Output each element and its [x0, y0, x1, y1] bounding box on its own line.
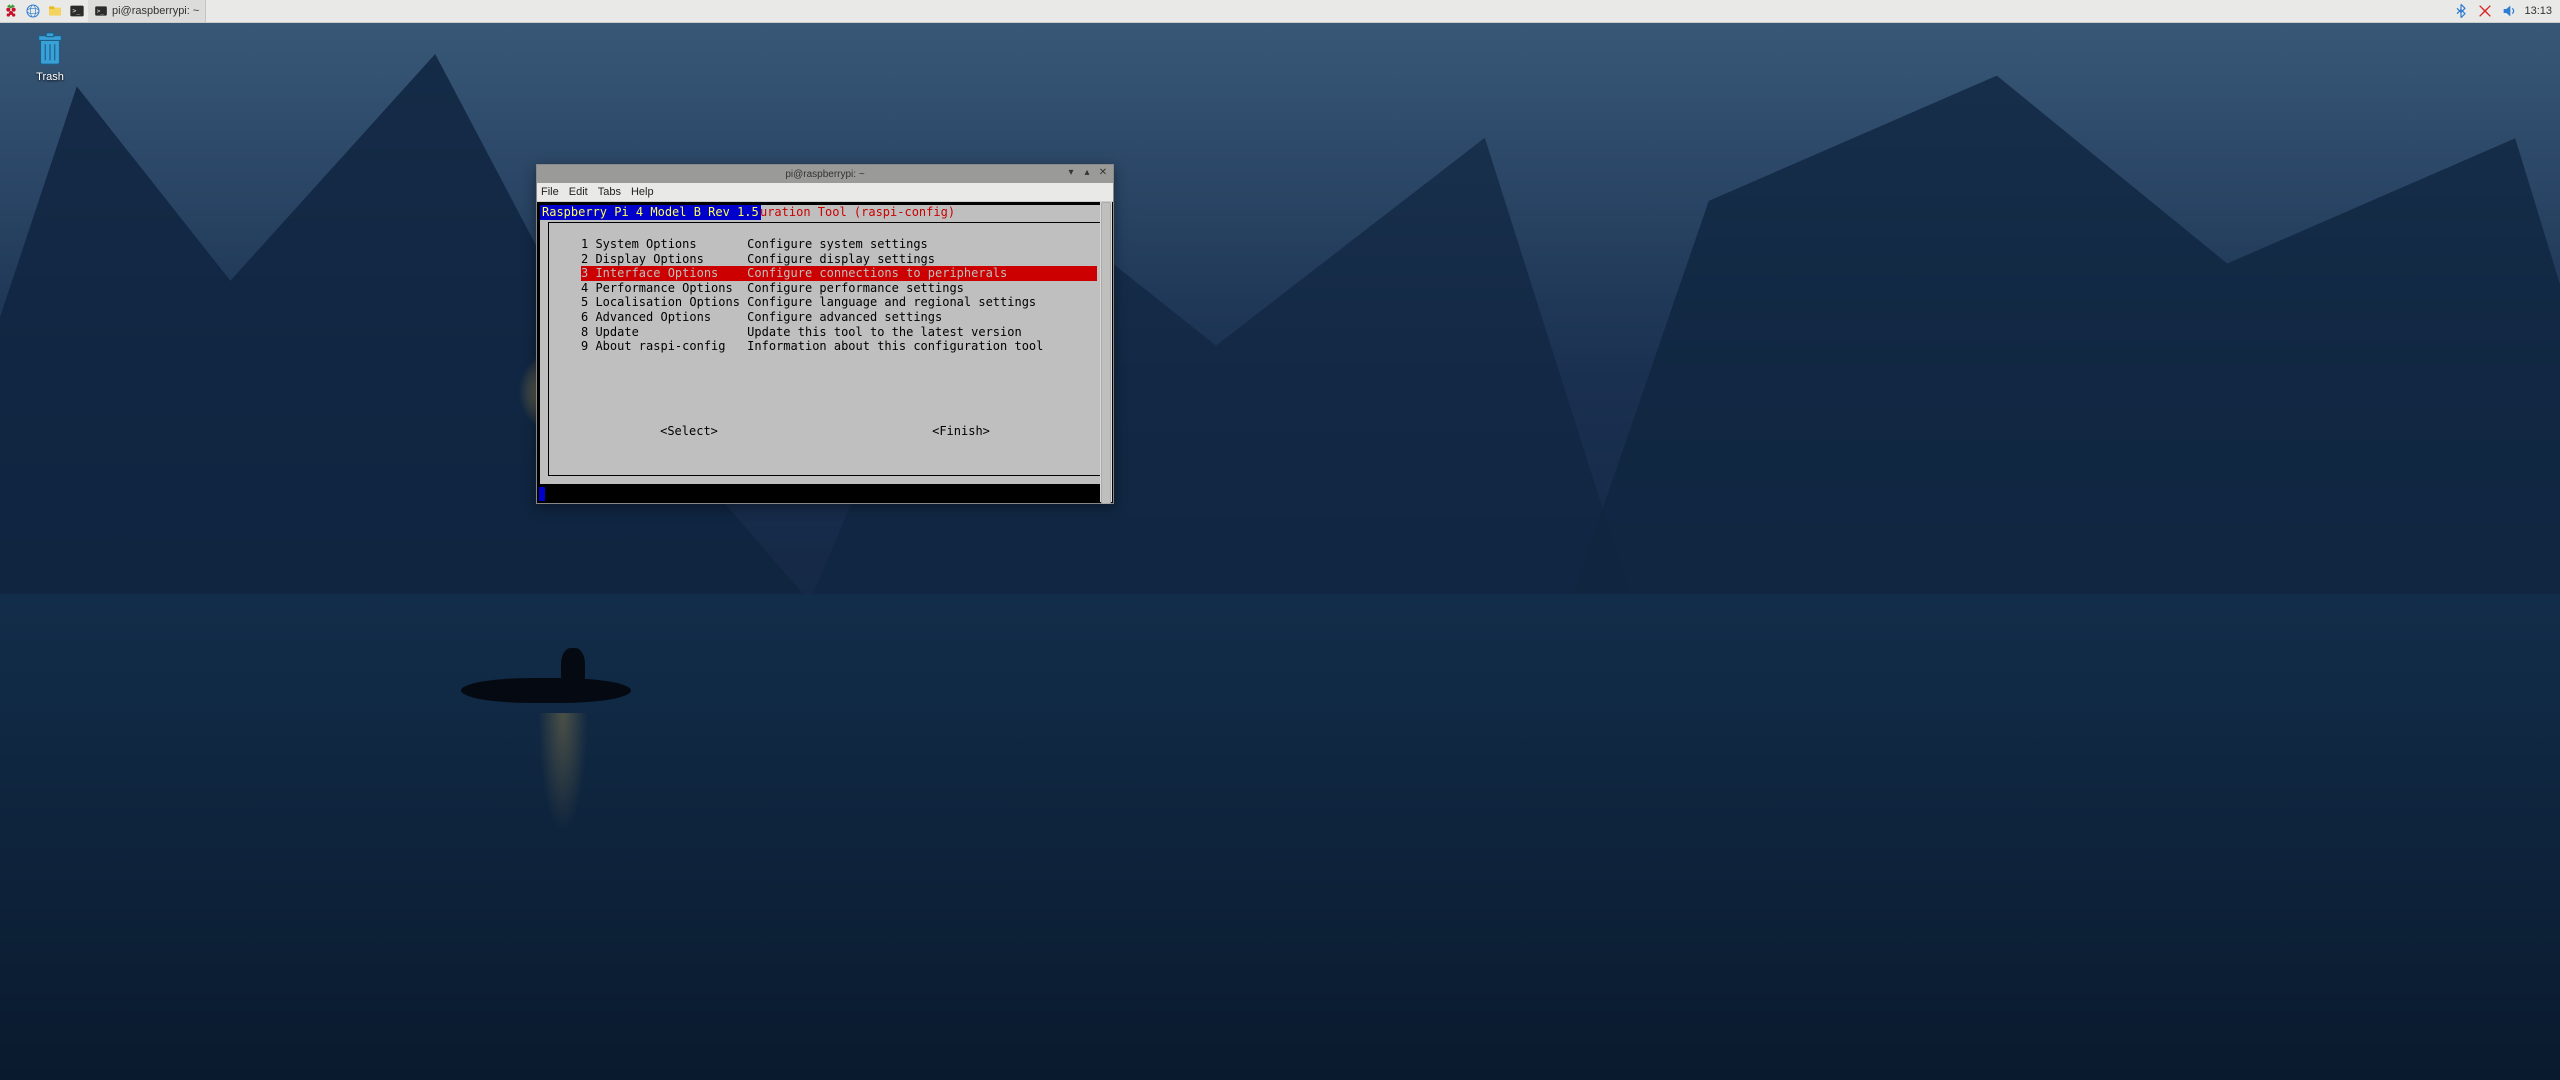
svg-text:>_: >_ [97, 9, 105, 15]
bluetooth-icon[interactable] [2452, 0, 2470, 22]
raspi-config-dialog: re Configuration Tool (raspi-config) Ras… [539, 204, 1111, 485]
terminal-menubar: File Edit Tabs Help [537, 183, 1113, 202]
web-browser-icon[interactable] [22, 0, 44, 22]
window-titlebar[interactable]: pi@raspberrypi: ~ ▾ ▴ ✕ [537, 165, 1113, 183]
window-title: pi@raspberrypi: ~ [785, 169, 864, 180]
desktop-icon-label: Trash [20, 71, 80, 83]
raspi-menu-item[interactable]: 8 Update Update this tool to the latest … [581, 325, 1097, 340]
file-manager-icon[interactable] [44, 0, 66, 22]
terminal-body: re Configuration Tool (raspi-config) Ras… [537, 202, 1113, 503]
raspi-menu-item[interactable]: 1 System Options Configure system settin… [581, 237, 1097, 252]
clock[interactable]: 13:13 [2524, 5, 2552, 17]
volume-icon[interactable] [2500, 0, 2518, 22]
raspi-hw-model: Raspberry Pi 4 Model B Rev 1.5 [540, 205, 761, 220]
terminal-icon: >_ [94, 4, 108, 18]
menu-help[interactable]: Help [631, 186, 654, 198]
desktop-icon-trash[interactable]: Trash [20, 30, 80, 83]
menu-tabs[interactable]: Tabs [598, 186, 621, 198]
raspi-menu-item[interactable]: 4 Performance Options Configure performa… [581, 281, 1097, 296]
svg-text:>_: >_ [72, 7, 80, 15]
taskbar: >_ >_ pi@raspberrypi: ~ 13:13 [0, 0, 2560, 23]
raspi-menu-item[interactable]: 2 Display Options Configure display sett… [581, 252, 1097, 267]
raspi-menu-list[interactable]: 1 System Options Configure system settin… [581, 237, 1097, 354]
raspi-menu-item[interactable]: 9 About raspi-config Information about t… [581, 339, 1097, 354]
finish-button[interactable]: <Finish> [932, 424, 990, 439]
terminal-scrollbar[interactable] [1100, 202, 1112, 502]
app-menu-raspberry-icon[interactable] [0, 0, 22, 22]
window-maximize-button[interactable]: ▴ [1081, 166, 1093, 178]
trash-icon [34, 30, 66, 68]
menu-edit[interactable]: Edit [569, 186, 588, 198]
menu-file[interactable]: File [541, 186, 559, 198]
taskbar-entry-terminal[interactable]: >_ pi@raspberrypi: ~ [88, 0, 206, 22]
taskbar-entry-label: pi@raspberrypi: ~ [112, 5, 199, 17]
window-minimize-button[interactable]: ▾ [1065, 166, 1077, 178]
raspi-menu-item[interactable]: 6 Advanced Options Configure advanced se… [581, 310, 1097, 325]
raspi-menu-item[interactable]: 3 Interface Options Configure connection… [581, 266, 1097, 281]
wallpaper [0, 0, 2560, 1080]
terminal-window: pi@raspberrypi: ~ ▾ ▴ ✕ File Edit Tabs H… [536, 164, 1114, 504]
raspi-menu-item[interactable]: 5 Localisation Options Configure languag… [581, 295, 1097, 310]
network-disconnected-icon[interactable] [2476, 0, 2494, 22]
select-button[interactable]: <Select> [660, 424, 718, 439]
terminal-cursor-row [539, 487, 545, 501]
system-tray: 13:13 [2452, 0, 2560, 22]
terminal-launcher-icon[interactable]: >_ [66, 0, 88, 22]
window-close-button[interactable]: ✕ [1097, 166, 1109, 178]
